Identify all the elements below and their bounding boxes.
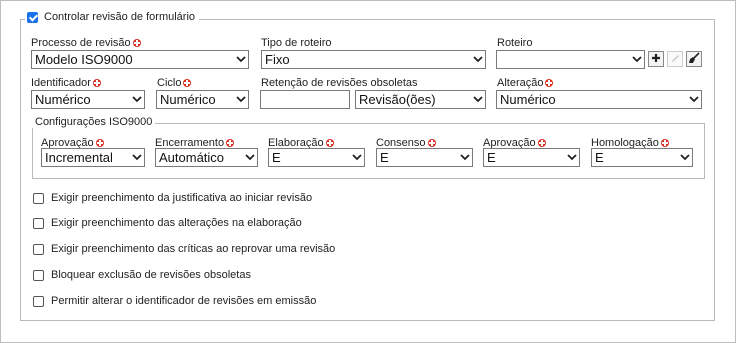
required-icon (92, 79, 101, 87)
chevron-down-icon (243, 149, 257, 166)
identificador-label-text: Identificador (31, 77, 91, 89)
control-revision-label: Controlar revisão de formulário (44, 11, 196, 23)
chevron-down-icon (471, 51, 485, 68)
option-alteracoes-label: Exigir preenchimento das alterações na e… (51, 217, 302, 229)
roteiro-select[interactable] (496, 50, 645, 69)
processo-label-text: Processo de revisão (31, 37, 131, 49)
control-revision-toggle[interactable]: Controlar revisão de formulário (25, 11, 200, 23)
chevron-down-icon (630, 51, 644, 68)
option-criticas-checkbox[interactable] (33, 243, 44, 255)
option-permitir[interactable]: Permitir alterar o identificador de revi… (33, 295, 316, 307)
retencao-input[interactable] (260, 90, 350, 109)
option-justificativa-checkbox[interactable] (33, 192, 44, 204)
config-consenso-value: E (380, 150, 389, 165)
chevron-down-icon (130, 149, 144, 166)
retencao-label: Retenção de revisões obsoletas (261, 77, 418, 89)
config-elaboracao-value: E (272, 150, 281, 165)
retencao-label-text: Retenção de revisões obsoletas (261, 77, 418, 89)
alteracao-select[interactable]: Numérico (496, 90, 702, 109)
clear-roteiro-button[interactable] (686, 51, 702, 67)
ciclo-label-text: Ciclo (157, 77, 182, 89)
option-criticas-label: Exigir preenchimento das críticas ao rep… (51, 243, 336, 255)
required-icon (226, 139, 235, 147)
chevron-down-icon (678, 149, 692, 166)
config-encerramento-value: Automático (159, 150, 225, 165)
required-icon (427, 139, 436, 147)
config-homologacao-select[interactable]: E (591, 148, 693, 167)
config-elaboracao-select[interactable]: E (268, 148, 365, 167)
ciclo-select[interactable]: Numérico (156, 90, 249, 109)
config-aprovacao2-value: E (487, 150, 496, 165)
config-encerramento-select[interactable]: Automático (155, 148, 258, 167)
config-aprovacao-select[interactable]: Incremental (41, 148, 145, 167)
identificador-label: Identificador (31, 77, 101, 89)
tipo-label-text: Tipo de roteiro (261, 37, 332, 49)
tipo-value: Fixo (265, 52, 290, 67)
required-icon (325, 139, 334, 147)
config-aprovacao2-select[interactable]: E (483, 148, 580, 167)
identificador-select[interactable]: Numérico (31, 90, 145, 109)
config-aprovacao-value: Incremental (45, 150, 113, 165)
chevron-down-icon (350, 149, 364, 166)
required-icon (660, 139, 669, 147)
roteiro-label: Roteiro (497, 37, 532, 49)
tipo-select[interactable]: Fixo (261, 50, 486, 69)
required-icon (183, 79, 192, 87)
option-justificativa[interactable]: Exigir preenchimento da justificativa ao… (33, 192, 312, 204)
processo-select[interactable]: Modelo ISO9000 (31, 50, 249, 69)
option-alteracoes-checkbox[interactable] (33, 217, 44, 229)
add-roteiro-button[interactable] (648, 51, 664, 67)
roteiro-label-text: Roteiro (497, 37, 533, 49)
retencao-unit-select[interactable]: Revisão(ões) (355, 90, 486, 109)
option-permitir-label: Permitir alterar o identificador de revi… (51, 295, 317, 307)
alteracao-label: Alteração (497, 77, 554, 89)
processo-value: Modelo ISO9000 (35, 52, 133, 67)
pencil-icon (670, 52, 681, 66)
broom-icon (688, 51, 700, 67)
alteracao-value: Numérico (500, 92, 556, 107)
chevron-down-icon (234, 51, 248, 68)
option-bloquear[interactable]: Bloquear exclusão de revisões obsoletas (33, 269, 251, 281)
edit-roteiro-button[interactable] (667, 51, 683, 67)
option-justificativa-label: Exigir preenchimento da justificativa ao… (51, 192, 313, 204)
required-icon (95, 139, 104, 147)
chevron-down-icon (130, 91, 144, 108)
option-criticas[interactable]: Exigir preenchimento das críticas ao rep… (33, 243, 335, 255)
retencao-unit-value: Revisão(ões) (359, 92, 436, 107)
option-alteracoes[interactable]: Exigir preenchimento das alterações na e… (33, 217, 302, 229)
required-icon (545, 79, 554, 87)
required-icon (132, 39, 141, 47)
panel: Controlar revisão de formulário Processo… (0, 0, 736, 343)
tipo-label: Tipo de roteiro (261, 37, 332, 49)
chevron-down-icon (458, 149, 472, 166)
identificador-value: Numérico (35, 92, 91, 107)
option-bloquear-checkbox[interactable] (33, 269, 44, 281)
ciclo-label: Ciclo (157, 77, 192, 89)
plus-icon (651, 53, 661, 66)
control-revision-checkbox[interactable] (27, 11, 38, 23)
iso9000-legend: Configurações ISO9000 (32, 116, 156, 128)
chevron-down-icon (234, 91, 248, 108)
option-permitir-checkbox[interactable] (33, 295, 44, 307)
chevron-down-icon (471, 91, 485, 108)
alteracao-label-text: Alteração (497, 77, 544, 89)
chevron-down-icon (687, 91, 701, 108)
config-consenso-select[interactable]: E (376, 148, 473, 167)
processo-label: Processo de revisão (31, 37, 141, 49)
ciclo-value: Numérico (160, 92, 216, 107)
required-icon (537, 139, 546, 147)
chevron-down-icon (565, 149, 579, 166)
config-homologacao-value: E (595, 150, 604, 165)
option-bloquear-label: Bloquear exclusão de revisões obsoletas (51, 269, 251, 281)
